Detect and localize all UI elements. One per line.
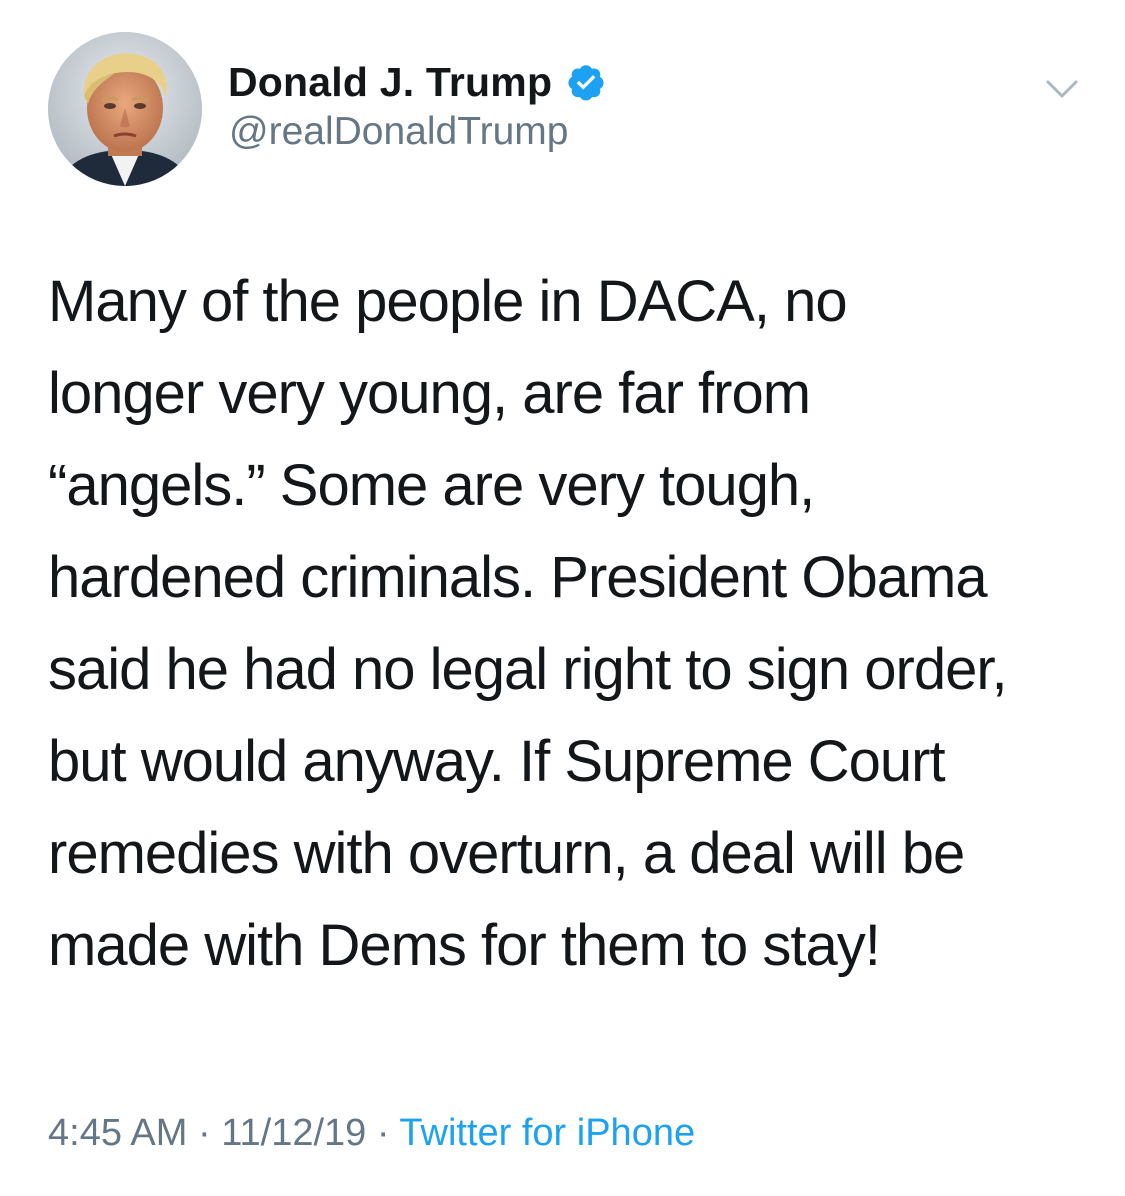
chevron-down-icon[interactable] [1040,68,1084,112]
tweet-text-line: hardened criminals. President Obama [48,545,988,610]
tweet-text-line: said he had no legal right to sign order… [48,637,1008,702]
tweet-text-line: remedies with overturn, a deal will be [48,821,965,886]
tweet-meta: 4:45 AM · 11/12/19 · Twitter for iPhone [48,1112,695,1155]
tweet-text-line: “angels.” Some are very tough, [48,453,815,518]
tweet-card: Donald J. Trump @realDonaldTrump Many of… [0,0,1125,1196]
tweet-text: Many of the people in DACA, no longer ve… [48,256,1088,992]
meta-separator: · [197,1112,211,1154]
tweet-text-line: Many of the people in DACA, no [48,269,848,334]
tweet-date[interactable]: 11/12/19 [221,1112,366,1154]
tweet-source-link[interactable]: Twitter for iPhone [399,1112,695,1154]
tweet-time[interactable]: 4:45 AM [48,1112,187,1154]
tweet-text-line: but would anyway. If Supreme Court [48,729,946,794]
user-handle[interactable]: @realDonaldTrump [229,110,568,154]
verified-badge-icon [566,62,606,102]
profile-photo-icon [48,32,202,186]
tweet-text-line: longer very young, are far from [48,361,811,426]
meta-separator: · [376,1112,390,1154]
display-name-row: Donald J. Trump [228,52,606,112]
avatar[interactable] [48,32,202,186]
display-name[interactable]: Donald J. Trump [228,59,552,106]
tweet-text-line: made with Dems for them to stay! [48,913,881,978]
